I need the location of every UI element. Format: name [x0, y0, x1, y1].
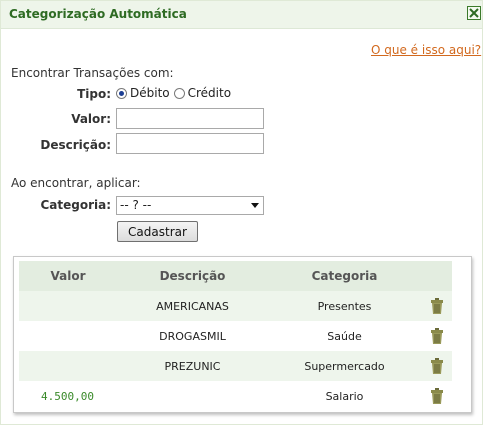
cell-categoria: Supermercado: [268, 351, 421, 381]
cell-categoria: Presentes: [268, 291, 421, 321]
cell-actions: [421, 291, 452, 321]
cell-valor: [19, 321, 117, 351]
dialog-titlebar: Categorização Automática: [1, 1, 482, 29]
col-header-descricao: Descrição: [117, 261, 268, 291]
help-link[interactable]: O que é isso aqui?: [371, 43, 481, 57]
table-row: AMERICANAS Presentes: [19, 291, 452, 321]
description-label: Descrição:: [40, 138, 111, 152]
cell-actions: [421, 381, 452, 411]
cell-descricao: PREZUNIC: [117, 351, 268, 381]
table-header-row: Valor Descrição Categoria: [19, 261, 452, 291]
trash-icon[interactable]: [430, 358, 443, 374]
description-input[interactable]: [116, 133, 264, 154]
trash-icon[interactable]: [430, 328, 443, 344]
find-section-label: Encontrar Transações com:: [11, 66, 174, 80]
auto-categorization-dialog: Categorização Automática O que é isso aq…: [0, 0, 483, 425]
table-row: PREZUNIC Supermercado: [19, 351, 452, 381]
apply-section-label: Ao encontrar, aplicar:: [11, 176, 141, 190]
cell-categoria: Salario: [325, 389, 364, 403]
radio-credito[interactable]: Crédito: [173, 86, 232, 100]
cadastrar-button[interactable]: Cadastrar: [117, 221, 198, 242]
cell-categoria: Saúde: [327, 329, 362, 343]
cell-valor: [19, 351, 117, 381]
rules-table-panel: Valor Descrição Categoria AMERICANAS Pre…: [13, 256, 472, 413]
radio-debito-dot[interactable]: [116, 87, 127, 99]
cell-actions: [421, 351, 452, 381]
category-label: Categoria:: [40, 198, 111, 212]
col-header-categoria: Categoria: [268, 261, 421, 291]
radio-credito-label: Crédito: [187, 86, 232, 100]
close-icon[interactable]: [467, 6, 481, 20]
dialog-title: Categorização Automática: [9, 7, 187, 21]
cell-descricao: [117, 381, 268, 411]
rules-table: Valor Descrição Categoria AMERICANAS Pre…: [19, 261, 452, 411]
radio-credito-dot[interactable]: [173, 87, 185, 99]
chevron-down-icon: [251, 203, 259, 208]
category-select-value: -- ? --: [120, 198, 152, 212]
cell-descricao: DROGASMIL: [159, 329, 226, 343]
value-input[interactable]: [116, 108, 264, 129]
radio-debito-label: Débito: [130, 86, 170, 100]
table-row: 4.500,00 Salario: [19, 381, 452, 411]
value-label: Valor:: [71, 112, 111, 126]
col-header-valor: Valor: [19, 261, 117, 291]
col-header-actions: [421, 261, 452, 291]
cell-valor: [19, 291, 117, 321]
radio-debito[interactable]: Débito: [116, 86, 170, 100]
cell-descricao: AMERICANAS: [117, 291, 268, 321]
trash-icon[interactable]: [430, 388, 443, 404]
trash-icon[interactable]: [430, 298, 443, 314]
cell-actions: [421, 321, 452, 351]
category-select[interactable]: -- ? --: [116, 196, 264, 215]
type-radio-group: Débito Crédito: [116, 86, 235, 100]
type-label: Tipo:: [77, 87, 111, 101]
table-row: DROGASMIL Saúde: [19, 321, 452, 351]
cell-valor: 4.500,00: [41, 389, 94, 403]
